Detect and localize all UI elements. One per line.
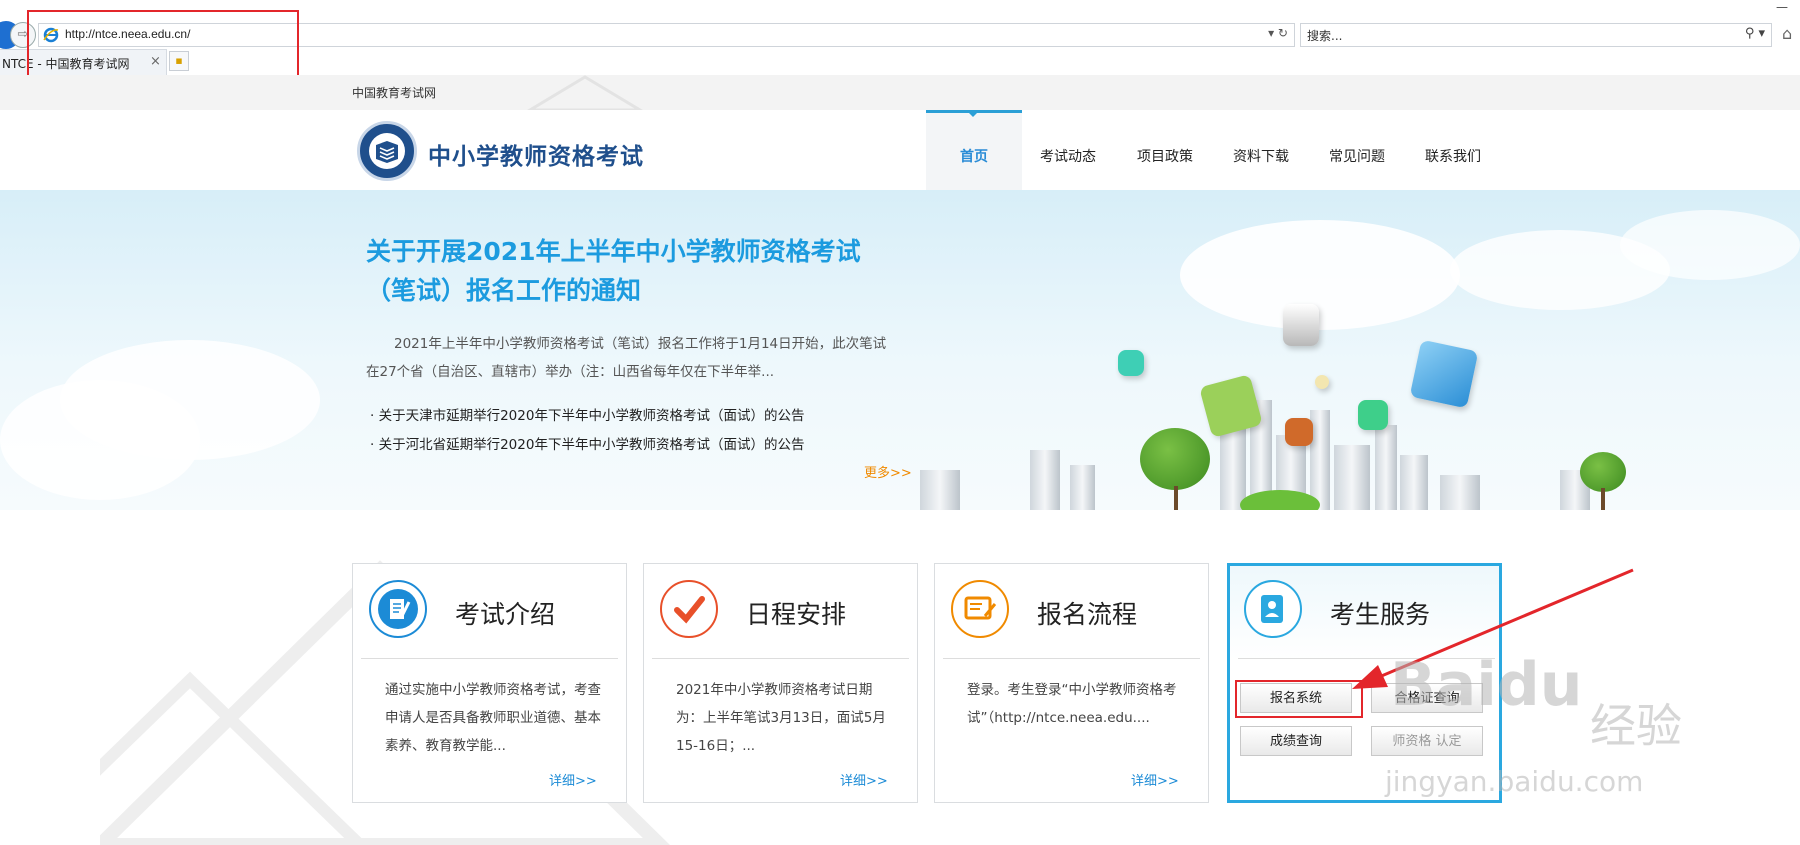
cube-icon [1315,375,1329,389]
nav-contact[interactable]: 联系我们 [1425,146,1481,166]
baidu-watermark-url: jingyan.baidu.com [1385,765,1644,798]
home-icon[interactable]: ⌂ [1782,24,1792,43]
minimize-icon[interactable]: — [1776,0,1788,14]
decor-triangle [527,75,643,110]
more-link[interactable]: 更多>> [864,462,912,481]
music-cube-icon [1409,339,1479,409]
contact-book-icon [1244,580,1302,638]
divider [361,658,618,659]
news-summary: 2021年上半年中小学教师资格考试（笔试）报名工作将于1月14日开始，此次笔试在… [366,336,887,380]
site-top-strip [0,75,1800,110]
top-site-link[interactable]: 中国教育考试网 [352,84,436,101]
highlight-box-register [1235,680,1363,718]
divider [652,658,909,659]
card-registration-process: 报名流程 登录。考生登录“中小学教师资格考试”（http://ntce.neea… [934,563,1209,803]
search-icon[interactable]: ⚲ ▾ [1745,26,1765,41]
nav-policy[interactable]: 项目政策 [1137,146,1193,166]
city-skyline [920,400,1780,510]
nav-faq[interactable]: 常见问题 [1329,146,1385,166]
card-detail-link[interactable]: 详细>> [549,770,597,789]
cube-icon [1358,400,1388,430]
teacher-certification-button[interactable]: 师资格 认定 [1371,726,1483,756]
nav-exam-news[interactable]: 考试动态 [1040,146,1096,166]
card-detail-link[interactable]: 详细>> [1131,770,1179,789]
card-exam-intro: 考试介绍 通过实施中小学教师资格考试，考查申请人是否具备教师职业道德、基本素养、… [352,563,627,803]
document-edit-icon [369,580,427,638]
tree-icon [1140,428,1210,490]
news-list-item[interactable]: · 关于天津市延期举行2020年下半年中小学教师资格考试（面试）的公告 [370,404,804,424]
site-logo[interactable] [357,121,417,181]
piano-cube-icon [1283,304,1319,346]
card-text: 2021年中小学教师资格考试日期为：上半年笔试3月13日，面试5月15-16日；… [676,682,886,754]
news-headline[interactable]: 关于开展2021年上半年中小学教师资格考试（笔试）报名工作的通知 [366,232,886,310]
card-text: 通过实施中小学教师资格考试，考查申请人是否具备教师职业道德、基本素养、教育教学能… [385,682,601,754]
refresh-icon[interactable]: ▾ ↻ [1268,26,1288,40]
book-icon [369,133,405,169]
news-list-item[interactable]: · 关于河北省延期举行2020年下半年中小学教师资格考试（面试）的公告 [370,433,804,453]
site-header [0,110,1800,191]
baidu-watermark-logo: Baidu [1390,650,1583,720]
score-query-button[interactable]: 成绩查询 [1240,726,1352,756]
nav-downloads[interactable]: 资料下载 [1233,146,1289,166]
card-detail-link[interactable]: 详细>> [840,770,888,789]
cube-icon [1118,350,1144,376]
baidu-watermark-text: 经验 [1590,699,1682,753]
tree-icon [1580,452,1626,492]
search-placeholder: 搜索... [1307,29,1343,43]
card-title: 考试介绍 [455,600,556,629]
card-title: 日程安排 [746,600,847,629]
divider [943,658,1200,659]
cube-icon [1285,418,1313,446]
nav-home[interactable]: 首页 [960,146,988,166]
card-schedule: 日程安排 2021年中小学教师资格考试日期为：上半年笔试3月13日，面试5月15… [643,563,918,803]
card-title: 报名流程 [1037,600,1138,629]
search-input[interactable]: 搜索... ⚲ ▾ [1300,23,1772,47]
checkmark-icon [660,580,718,638]
site-title: 中小学教师资格考试 [428,144,644,170]
nav-caret [966,110,980,117]
card-text: 登录。考生登录“中小学教师资格考试”（http://ntce.neea.edu.… [967,682,1177,726]
form-edit-icon [951,580,1009,638]
